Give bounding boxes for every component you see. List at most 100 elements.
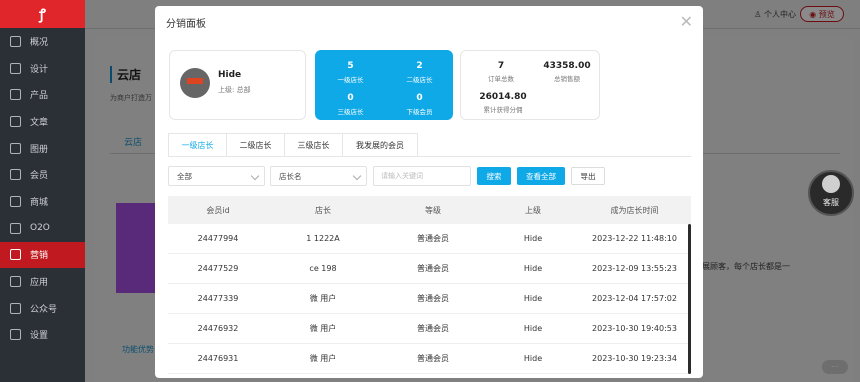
user-icon: ♙ <box>754 10 762 19</box>
preview-button[interactable]: ◉ 预览 <box>800 6 844 22</box>
stat-sub-members: 0 下级会员 <box>385 93 454 116</box>
more-icon[interactable]: ··· <box>822 360 848 374</box>
table-row[interactable]: 24476932 微 用户 普通会员 Hide 2023-10-30 19:40… <box>168 314 691 344</box>
cell-superior: Hide <box>523 294 543 303</box>
search-button[interactable]: 搜索 <box>477 167 511 185</box>
id-card-icon <box>10 302 21 314</box>
cell-manager: 微 用户 <box>309 354 337 363</box>
keyword-input[interactable]: 请输入关键词 <box>373 166 471 186</box>
sidebar-item-gallery[interactable]: 图册 <box>0 135 85 162</box>
sidebar-item-articles[interactable]: 文章 <box>0 108 85 135</box>
personal-center-label: 个人中心 <box>764 10 796 19</box>
cell-member-id: 24477339 <box>197 294 239 303</box>
sales-stats-card: 7 订单总数 43358.00 总销售额 26014.80 累计获得分佣 <box>460 50 600 120</box>
sidebar-item-o2o[interactable]: O2O <box>0 215 85 242</box>
feature-link[interactable]: 功能优势 <box>122 344 154 355</box>
stat-value: 0 <box>416 93 423 103</box>
avatar <box>180 68 210 98</box>
table-row[interactable]: 24477339 微 用户 普通会员 Hide 2023-12-04 17:57… <box>168 284 691 314</box>
user-name: Hide <box>218 70 242 80</box>
column-header: 会员id <box>206 205 230 215</box>
document-icon <box>10 115 21 127</box>
personal-center-link[interactable]: ♙ 个人中心 <box>754 9 796 20</box>
cell-superior: Hide <box>523 264 543 273</box>
stat-value: 0 <box>347 93 354 103</box>
promo-image <box>116 203 156 293</box>
cart-icon <box>10 195 21 207</box>
cell-superior: Hide <box>523 234 543 243</box>
sidebar-item-label: O2O <box>30 223 50 234</box>
agent-avatar-icon <box>822 175 840 193</box>
cell-level: 普通会员 <box>417 294 449 303</box>
sidebar-item-design[interactable]: 设计 <box>0 55 85 82</box>
column-header: 等级 <box>425 205 441 215</box>
stat-label: 二级店长 <box>406 76 433 84</box>
view-all-button[interactable]: 查看全部 <box>517 167 565 185</box>
cell-level: 普通会员 <box>417 324 449 333</box>
stat-orders: 7 订单总数 <box>471 61 531 83</box>
cell-member-id: 24476932 <box>197 324 239 333</box>
table-row[interactable]: 24477529 ce 198 普通会员 Hide 2023-12-09 13:… <box>168 254 691 284</box>
sidebar-item-marketing[interactable]: 营销 <box>0 241 85 269</box>
page-description: 发展顾客，每个店长都是一 <box>694 262 790 271</box>
tab-my-members[interactable]: 我发展的会员 <box>342 133 418 156</box>
sidebar-item-products[interactable]: 产品 <box>0 81 85 108</box>
user-superior: 上级: 总部 <box>218 86 251 94</box>
cell-manager: 微 用户 <box>309 324 337 333</box>
stat-level2: 2 二级店长 <box>385 61 454 84</box>
sidebar-item-label: 文章 <box>30 117 49 128</box>
select-value: 店长名 <box>279 171 302 181</box>
stat-value: 5 <box>347 61 354 71</box>
sidebar-item-members[interactable]: 会员 <box>0 161 85 188</box>
cell-member-id: 24477529 <box>197 264 239 273</box>
table-row[interactable]: 24476931 微 用户 普通会员 Hide 2023-10-30 19:23… <box>168 344 691 374</box>
field-select[interactable]: 店长名 <box>270 166 367 186</box>
tab-cloud-store[interactable]: 云店 <box>124 135 142 148</box>
stat-value: 2 <box>416 61 423 71</box>
tab-level2[interactable]: 二级店长 <box>226 133 285 156</box>
table-scrollbar[interactable] <box>688 224 691 374</box>
box-icon <box>10 89 21 101</box>
sidebar-item-mall[interactable]: 商城 <box>0 188 85 215</box>
tab-level1[interactable]: 一级店长 <box>168 133 227 156</box>
managers-table: 会员id 店长 等级 上级 成为店长时间 24477994 1 1222A 普通… <box>168 196 691 374</box>
sidebar-item-overview[interactable]: 概况 <box>0 28 85 55</box>
close-icon[interactable]: ✕ <box>680 12 693 31</box>
sidebar-item-label: 营销 <box>30 251 49 262</box>
cell-time: 2023-12-22 11:48:10 <box>592 234 677 243</box>
sidebar-item-official-account[interactable]: 公众号 <box>0 295 85 322</box>
stat-label: 总销售额 <box>554 75 580 83</box>
sidebar: ꝭ 概况 设计 产品 文章 图册 会员 商城 O2O 营销 应用 公众号 设置 <box>0 0 85 382</box>
export-button[interactable]: 导出 <box>571 167 605 185</box>
o2o-icon <box>10 222 21 234</box>
column-header: 成为店长时间 <box>610 205 659 215</box>
stat-commission: 26014.80 累计获得分佣 <box>473 92 533 114</box>
cell-level: 普通会员 <box>417 354 449 363</box>
chevron-down-icon <box>250 171 260 181</box>
customer-service-button[interactable]: 客服 <box>808 170 854 216</box>
cell-superior: Hide <box>523 354 543 363</box>
table-row[interactable]: 24477994 1 1222A 普通会员 Hide 2023-12-22 11… <box>168 224 691 254</box>
table-header: 会员id 店长 等级 上级 成为店长时间 <box>168 196 691 224</box>
cell-level: 普通会员 <box>417 234 449 243</box>
sidebar-item-apps[interactable]: 应用 <box>0 268 85 295</box>
cell-level: 普通会员 <box>417 264 449 273</box>
cell-time: 2023-12-04 17:57:02 <box>592 294 677 303</box>
tab-level3[interactable]: 三级店长 <box>284 133 343 156</box>
sidebar-item-settings[interactable]: 设置 <box>0 322 85 349</box>
scope-select[interactable]: 全部 <box>168 166 265 186</box>
stat-label: 三级店长 <box>337 108 364 116</box>
stat-label: 一级店长 <box>337 76 364 84</box>
stat-label: 下级会员 <box>406 108 433 116</box>
column-header: 上级 <box>525 205 541 215</box>
user-card: Hide 上级: 总部 <box>169 50 306 120</box>
chevron-down-icon <box>352 171 362 181</box>
stat-label: 订单总数 <box>488 75 514 83</box>
logo-icon[interactable]: ꝭ <box>0 0 85 28</box>
cell-time: 2023-10-30 19:23:34 <box>592 354 677 363</box>
stat-value: 26014.80 <box>479 92 527 102</box>
cell-manager: ce 198 <box>309 264 337 273</box>
page-subtitle: 为商户打造万 <box>110 94 152 102</box>
cell-time: 2023-10-30 19:40:53 <box>592 324 677 333</box>
preview-label: 预览 <box>818 9 835 19</box>
